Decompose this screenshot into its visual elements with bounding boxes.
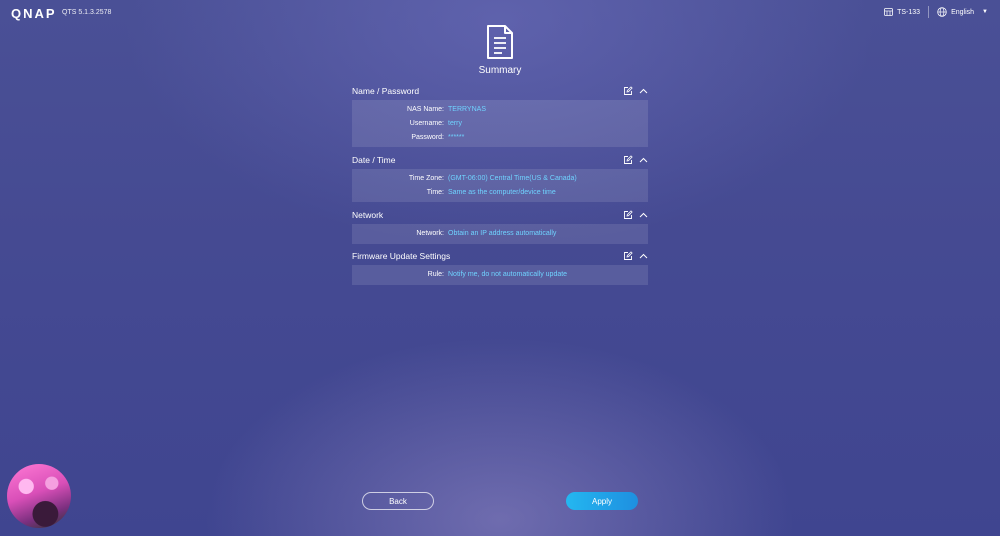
info-row: NAS Name: TERRYNAS <box>352 103 648 117</box>
edit-icon[interactable] <box>623 86 633 96</box>
section-title: Firmware Update Settings <box>352 251 451 261</box>
chevron-up-icon[interactable] <box>639 88 648 94</box>
language-selector[interactable]: English ▼ <box>937 7 988 17</box>
divider <box>928 6 930 18</box>
language-label: English <box>951 8 975 16</box>
caret-down-icon: ▼ <box>982 9 988 15</box>
row-value: ****** <box>448 133 465 141</box>
section-body: NAS Name: TERRYNAS Username: terry Passw… <box>352 100 648 148</box>
section-name-password: Name / Password NAS Name: TERRYNAS Usern… <box>352 82 648 148</box>
row-value: Obtain an IP address automatically <box>448 230 557 238</box>
section-body: Time Zone: (GMT-06:00) Central Time(US &… <box>352 169 648 203</box>
section-date-time: Date / Time Time Zone: (GMT-06:00) Centr… <box>352 151 648 203</box>
section-title: Date / Time <box>352 155 396 165</box>
info-row: Username: terry <box>352 117 648 131</box>
row-label: Time Zone: <box>408 175 444 183</box>
chevron-up-icon[interactable] <box>639 212 648 218</box>
apply-button[interactable]: Apply <box>566 492 638 510</box>
chevron-up-icon[interactable] <box>639 157 648 163</box>
edit-icon[interactable] <box>623 251 633 261</box>
edit-icon[interactable] <box>623 210 633 220</box>
row-label: Rule: <box>427 271 444 279</box>
device-model-label: TS-133 <box>897 8 921 16</box>
info-row: Time: Same as the computer/device time <box>352 186 648 200</box>
summary-header: Summary <box>450 24 550 76</box>
nas-device-icon <box>884 8 894 16</box>
section-network: Network Network: Obtain an IP address au… <box>352 206 648 244</box>
section-body: Rule: Notify me, do not automatically up… <box>352 265 648 285</box>
top-right-controls: TS-133 English ▼ <box>884 6 988 18</box>
section-firmware-update: Firmware Update Settings Rule: Notify me… <box>352 247 648 285</box>
row-value: Notify me, do not automatically update <box>448 271 568 279</box>
qnap-logo: QNAP <box>11 6 57 21</box>
page-title: Summary <box>478 65 522 76</box>
row-value: TERRYNAS <box>448 106 486 114</box>
section-header: Name / Password <box>352 82 648 100</box>
section-header: Date / Time <box>352 151 648 169</box>
chevron-up-icon[interactable] <box>639 253 648 259</box>
row-value: (GMT-06:00) Central Time(US & Canada) <box>448 175 577 183</box>
document-list-icon <box>487 25 513 59</box>
row-label: Time: <box>426 189 444 197</box>
info-row: Rule: Notify me, do not automatically up… <box>352 268 648 282</box>
device-model[interactable]: TS-133 <box>884 8 920 16</box>
section-title: Network <box>352 210 384 220</box>
section-body: Network: Obtain an IP address automatica… <box>352 224 648 244</box>
avatar[interactable] <box>7 464 71 528</box>
edit-icon[interactable] <box>623 155 633 165</box>
globe-icon <box>937 7 947 17</box>
row-label: Password: <box>411 133 444 141</box>
row-label: Username: <box>409 120 444 128</box>
section-header: Firmware Update Settings <box>352 247 648 265</box>
row-value: Same as the computer/device time <box>448 189 556 197</box>
info-row: Network: Obtain an IP address automatica… <box>352 227 648 241</box>
row-label: Network: <box>416 230 444 238</box>
info-row: Password: ****** <box>352 130 648 144</box>
section-header: Network <box>352 206 648 224</box>
row-value: terry <box>448 120 462 128</box>
firmware-version: QTS 5.1.3.2578 <box>62 9 112 16</box>
back-button[interactable]: Back <box>362 492 434 510</box>
row-label: NAS Name: <box>407 106 444 114</box>
section-title: Name / Password <box>352 86 420 96</box>
info-row: Time Zone: (GMT-06:00) Central Time(US &… <box>352 172 648 186</box>
top-bar: QNAP QTS 5.1.3.2578 TS-133 English ▼ <box>0 0 1000 26</box>
